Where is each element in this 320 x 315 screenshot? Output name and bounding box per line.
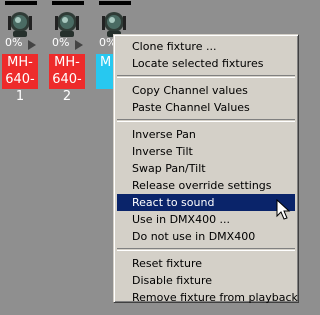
menu-separator — [117, 75, 295, 78]
menu-item-release-override[interactable]: Release override settings — [117, 177, 295, 194]
arrow-icon — [75, 40, 83, 50]
arrow-icon — [28, 40, 36, 50]
menu-item-reset-fixture[interactable]: Reset fixture — [117, 255, 295, 272]
menu-item-remove-from-playback[interactable]: Remove fixture from playback — [117, 289, 298, 306]
menu-item-inverse-pan[interactable]: Inverse Pan — [117, 126, 295, 143]
menu-item-copy-channel-values[interactable]: Copy Channel values — [117, 82, 295, 99]
menu-item-do-not-use-dmx400[interactable]: Do not use in DMX400 — [117, 228, 295, 245]
menu-item-clone-fixture[interactable]: Clone fixture ... — [117, 38, 295, 55]
fixture-percent: 0% — [5, 36, 23, 49]
menu-item-use-in-dmx400[interactable]: Use in DMX400 ... — [117, 211, 295, 228]
fixture-percent: 0% — [52, 36, 70, 49]
fixture-label: MH- 640-1 — [2, 54, 38, 104]
menu-item-disable-fixture[interactable]: Disable fixture — [117, 272, 295, 289]
mouse-cursor-icon — [276, 199, 291, 220]
fixture-mh-640-1[interactable]: 0% MH- 640-1 — [2, 0, 38, 104]
menu-item-react-to-sound[interactable]: React to sound — [117, 194, 295, 211]
fixture-status-bar — [5, 1, 37, 5]
menu-item-locate-selected[interactable]: Locate selected fixtures — [117, 55, 295, 72]
moving-head-icon — [55, 12, 79, 37]
menu-separator — [117, 119, 295, 122]
moving-head-icon — [8, 12, 32, 37]
menu-item-swap-pan-tilt[interactable]: Swap Pan/Tilt — [117, 160, 295, 177]
fixture-context-menu: Clone fixture ... Locate selected fixtur… — [113, 34, 299, 306]
fixture-status-bar — [99, 1, 131, 5]
fixture-label: MH- 640-2 — [49, 54, 85, 104]
menu-item-paste-channel-values[interactable]: Paste Channel Values — [117, 99, 295, 116]
fixture-mh-640-2[interactable]: 0% MH- 640-2 — [49, 0, 85, 104]
fixture-status-bar — [52, 1, 84, 5]
menu-separator — [117, 248, 295, 251]
menu-item-inverse-tilt[interactable]: Inverse Tilt — [117, 143, 295, 160]
